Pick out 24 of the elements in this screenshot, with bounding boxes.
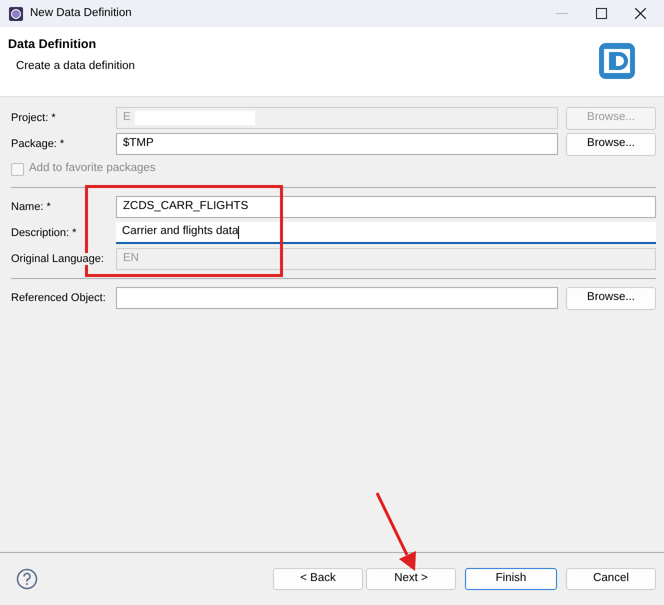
dialog-button[interactable]: Next >: [366, 568, 456, 590]
checkbox-label: Add to favorite packages: [29, 161, 156, 176]
window-title: New Data Definition: [30, 6, 132, 21]
close-icon[interactable]: [635, 8, 646, 19]
maximize-icon[interactable]: [596, 8, 607, 19]
field-label: Referenced Object:: [11, 292, 106, 304]
app-icon: [8, 6, 24, 22]
dialog-button[interactable]: < Back: [273, 568, 363, 590]
page-subtitle: Create a data definition: [15, 59, 136, 74]
input-field[interactable]: ZCDS_CARR_FLIGHTS: [116, 196, 656, 218]
help-icon[interactable]: [16, 568, 38, 590]
field-label: Name: *: [11, 200, 51, 213]
dialog-button[interactable]: Finish: [465, 568, 557, 590]
field-label: Description: *: [11, 226, 76, 239]
input-field[interactable]: [116, 287, 558, 309]
input-field[interactable]: $TMP: [116, 133, 558, 155]
field-label: Project: *: [11, 112, 56, 124]
page-title: Data Definition: [8, 37, 98, 52]
dialog-button[interactable]: Cancel: [566, 568, 656, 590]
input-field[interactable]: Carrier and flights data: [116, 222, 656, 244]
field-label: Original Language:: [11, 252, 104, 265]
browse-button[interactable]: Browse...: [566, 132, 656, 156]
field-label: Package: *: [11, 138, 64, 150]
browse-button[interactable]: Browse...: [566, 286, 656, 310]
